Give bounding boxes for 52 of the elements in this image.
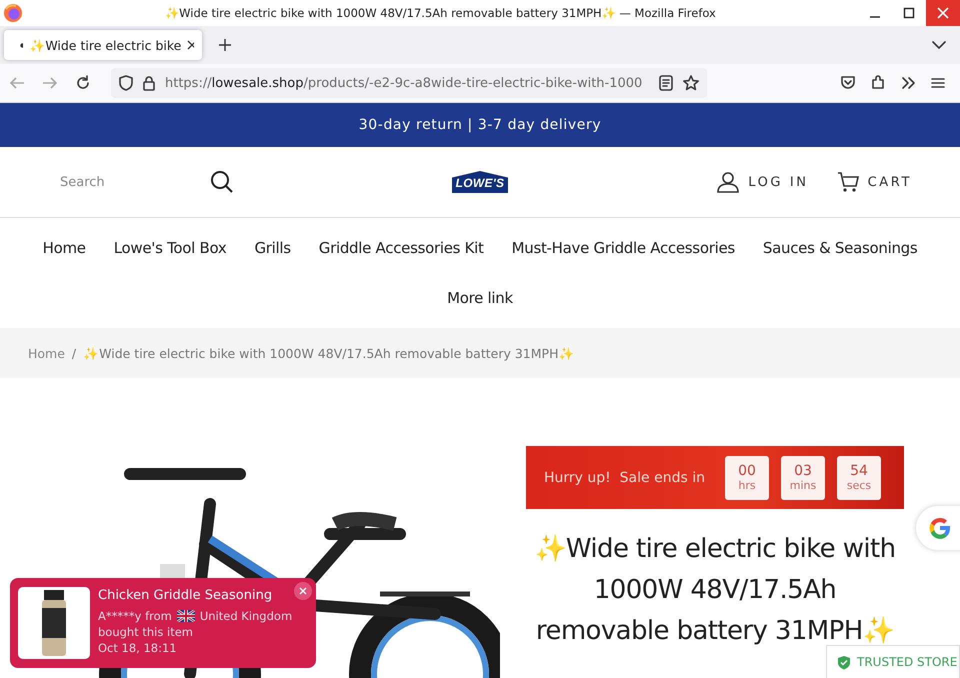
countdown-value: 54: [850, 463, 868, 479]
cart-link[interactable]: CART: [836, 171, 912, 193]
menu-icon[interactable]: [930, 75, 946, 91]
google-reviews-button[interactable]: [916, 506, 960, 550]
countdown-label: Hurry up! Sale ends in: [544, 470, 705, 486]
search-icon[interactable]: [210, 170, 234, 194]
address-bar[interactable]: https://lowesale.shop/products/-e2-9c-a8wide-tire-electric-bike-with-1000: [111, 68, 707, 98]
shield-check-icon: [837, 654, 851, 670]
store-logo[interactable]: LOWE'S: [452, 171, 508, 193]
nav-link[interactable]: Grills: [254, 239, 291, 257]
chevrons-icon[interactable]: [900, 75, 916, 91]
cart-icon: [836, 171, 859, 193]
close-icon[interactable]: [187, 40, 194, 50]
star-icon[interactable]: [683, 75, 699, 91]
countdown-unit: mins: [790, 479, 816, 492]
breadcrumb-current: ✨Wide tire electric bike with 1000W 48V/17.5Ah removable battery 31MPH✨: [83, 346, 574, 360]
lock-icon[interactable]: [143, 76, 155, 90]
promo-banner-text: 30-day return | 3-7 day delivery: [358, 117, 602, 133]
reload-icon[interactable]: [74, 75, 90, 91]
pocket-icon[interactable]: [840, 75, 856, 91]
uk-flag-icon: [176, 610, 195, 622]
shield-icon[interactable]: [119, 75, 133, 91]
purchase-time: Oct 18, 18:11: [98, 640, 178, 654]
new-tab-icon[interactable]: [218, 38, 232, 52]
nav-link[interactable]: More link: [447, 289, 513, 307]
countdown-unit: hrs: [738, 479, 756, 492]
close-icon: [299, 587, 307, 595]
countdown-value: 03: [794, 463, 812, 479]
nav-link[interactable]: Griddle Accessories Kit: [318, 239, 484, 257]
firefox-logo-icon: [3, 3, 23, 23]
browser-tab[interactable]: ✨Wide tire electric bike: [4, 30, 202, 60]
user-icon: [717, 171, 740, 193]
login-link[interactable]: LOG IN: [717, 171, 809, 193]
product-title: ✨Wide tire electric bike with 1000W 48V/17.5Ah removable battery 31MPH✨: [534, 533, 896, 648]
breadcrumb-separator: /: [72, 346, 76, 360]
jar-drawing: [41, 590, 67, 656]
nav-link[interactable]: Lowe's Tool Box: [114, 239, 226, 257]
reader-view-icon[interactable]: [659, 75, 673, 91]
nav-link[interactable]: Home: [42, 239, 86, 257]
trusted-store-text: TRUSTED STORE: [857, 655, 958, 669]
maximize-icon[interactable]: [903, 7, 915, 19]
tab-list-icon[interactable]: [932, 40, 946, 50]
nav-link[interactable]: Sauces & Seasonings: [762, 239, 918, 257]
close-button[interactable]: [294, 582, 312, 600]
notification-product-name: Chicken Griddle Seasoning: [98, 588, 274, 602]
window-title: ✨Wide tire electric bike with 1000W 48V/17.5Ah removable battery 31MPH✨ — Mozilla Firefox: [164, 6, 717, 20]
countdown-unit: secs: [846, 479, 872, 492]
buyer-text: A*****y from: [98, 608, 172, 622]
countdown-value: 00: [738, 463, 756, 479]
purchase-action: bought this item: [98, 624, 194, 638]
buyer-country: United Kingdom: [200, 608, 292, 622]
nav-link[interactable]: Must-Have Griddle Accessories: [512, 239, 735, 257]
